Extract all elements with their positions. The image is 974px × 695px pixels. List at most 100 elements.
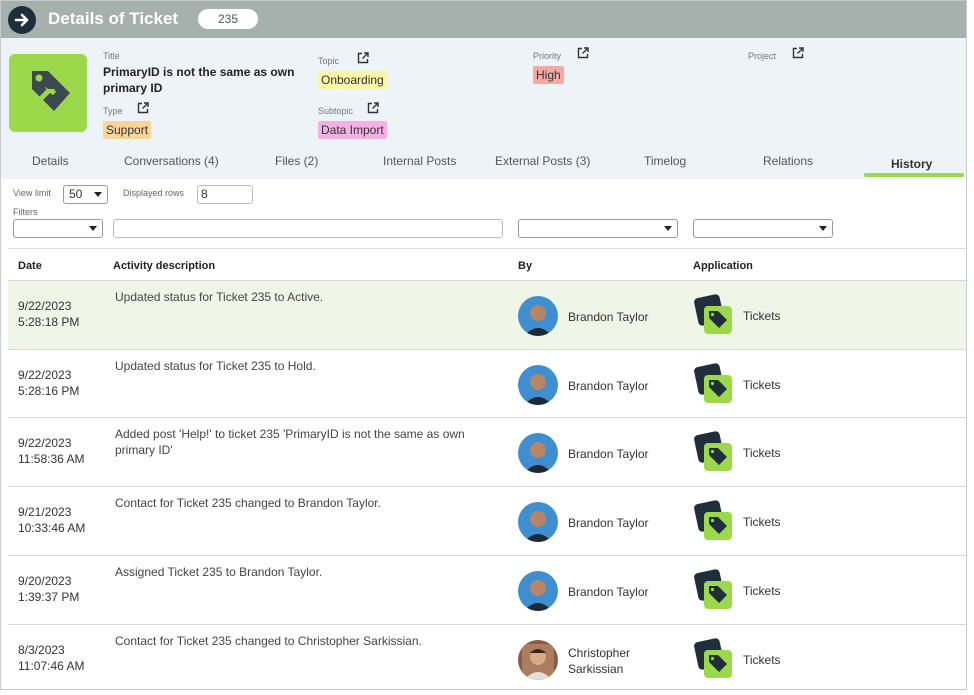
tab-details[interactable]: Details <box>32 154 69 168</box>
subtopic-label: Subtopic <box>318 106 354 116</box>
external-link-icon[interactable] <box>792 47 804 59</box>
row-time: 11:07:46 AM <box>18 659 85 673</box>
user-avatar <box>518 640 558 680</box>
by-filter-select[interactable] <box>518 219 678 238</box>
user-avatar <box>518 296 558 336</box>
history-table: Date Activity description By Application… <box>8 248 966 689</box>
row-time: 5:28:16 PM <box>18 384 80 398</box>
row-by-name: Brandon Taylor <box>568 516 649 530</box>
filters-label: Filters <box>13 207 38 217</box>
row-by-name: Brandon Taylor <box>568 585 649 599</box>
priority-label: Priority <box>533 51 562 61</box>
view-limit-value: 50 <box>69 187 83 201</box>
table-row[interactable]: 9/22/2023 5:28:16 PM Updated status for … <box>8 349 966 418</box>
user-avatar <box>518 571 558 611</box>
tickets-app-icon <box>694 363 734 405</box>
tab-external-posts[interactable]: External Posts (3) <box>495 154 590 168</box>
priority-tag: High <box>533 66 564 84</box>
row-by-name-line2: Sarkissian <box>568 662 624 676</box>
chevron-down-icon <box>819 226 827 231</box>
column-header-activity[interactable]: Activity description <box>113 260 215 272</box>
row-description: Contact for Ticket 235 changed to Brando… <box>115 496 381 510</box>
date-filter-select[interactable] <box>13 219 103 238</box>
table-row[interactable]: 8/3/2023 11:07:46 AM Contact for Ticket … <box>8 624 966 689</box>
header-bar: Details of Ticket 235 <box>1 1 966 38</box>
external-link-icon[interactable] <box>357 52 369 64</box>
view-limit-label: View limit <box>13 188 51 198</box>
table-row[interactable]: 9/22/2023 5:28:18 PM Updated status for … <box>8 280 966 349</box>
row-time: 10:33:46 AM <box>18 521 86 535</box>
row-description: Contact for Ticket 235 changed to Christ… <box>115 634 422 648</box>
tickets-app-icon <box>694 431 734 473</box>
row-description: Assigned Ticket 235 to Brandon Taylor. <box>115 565 323 579</box>
external-link-icon[interactable] <box>137 102 149 114</box>
table-row[interactable]: 9/22/2023 11:58:36 AM Added post 'Help!'… <box>8 417 966 486</box>
tab-history[interactable]: History <box>891 157 932 171</box>
type-label: Type <box>103 106 123 116</box>
external-link-icon[interactable] <box>577 47 589 59</box>
column-header-date[interactable]: Date <box>18 260 42 272</box>
row-date: 9/22/2023 <box>18 368 72 382</box>
table-row[interactable]: 9/21/2023 10:33:46 AM Contact for Ticket… <box>8 486 966 555</box>
application-filter-select[interactable] <box>693 219 833 238</box>
column-header-by[interactable]: By <box>518 260 532 272</box>
arrow-right-icon <box>14 13 29 27</box>
user-avatar <box>518 502 558 542</box>
ticket-tag-icon <box>9 54 87 132</box>
row-application: Tickets <box>743 446 781 460</box>
subtopic-tag: Data Import <box>318 121 387 139</box>
row-application: Tickets <box>743 378 781 392</box>
column-header-application[interactable]: Application <box>693 260 753 272</box>
row-date: 9/22/2023 <box>18 299 72 313</box>
row-by-name: Brandon Taylor <box>568 447 649 461</box>
type-tag: Support <box>103 121 152 139</box>
row-by-name: Brandon Taylor <box>568 310 649 324</box>
tab-relations[interactable]: Relations <box>763 154 813 168</box>
row-by-name: Brandon Taylor <box>568 379 649 393</box>
tickets-app-icon <box>694 500 734 542</box>
view-limit-select[interactable]: 50 <box>63 185 108 204</box>
description-filter-input[interactable] <box>113 219 503 238</box>
row-time: 11:58:36 AM <box>18 452 85 466</box>
ticket-number-badge: 235 <box>198 9 258 29</box>
row-date: 8/3/2023 <box>18 643 65 657</box>
user-avatar <box>518 433 558 473</box>
ticket-details-window: Details of Ticket 235 Title PrimaryID is… <box>0 0 967 690</box>
row-application: Tickets <box>743 309 781 323</box>
displayed-rows-input[interactable]: 8 <box>197 185 253 204</box>
row-application: Tickets <box>743 584 781 598</box>
tab-timelog[interactable]: Timelog <box>644 154 686 168</box>
row-description: Updated status for Ticket 235 to Hold. <box>115 359 316 373</box>
back-button[interactable] <box>8 6 36 34</box>
chevron-down-icon <box>89 226 97 231</box>
tickets-app-icon <box>694 294 734 336</box>
row-description: Updated status for Ticket 235 to Active. <box>115 290 324 304</box>
tab-internal-posts[interactable]: Internal Posts <box>383 154 456 168</box>
tab-conversations[interactable]: Conversations (4) <box>124 154 219 168</box>
tickets-app-icon <box>694 638 734 680</box>
row-application: Tickets <box>743 515 781 529</box>
title-label: Title <box>103 51 120 61</box>
row-application: Tickets <box>743 653 781 667</box>
topic-label: Topic <box>318 56 340 66</box>
title-value: PrimaryID is not the same as own primary… <box>103 65 295 95</box>
row-time: 5:28:18 PM <box>18 315 80 329</box>
row-description: Added post 'Help!' to ticket 235 'Primar… <box>115 427 465 457</box>
row-by-name: Christopher <box>568 646 631 660</box>
project-label: Project <box>748 51 777 61</box>
row-date: 9/22/2023 <box>18 436 72 450</box>
user-avatar <box>518 365 558 405</box>
table-row[interactable]: 9/20/2023 1:39:37 PM Assigned Ticket 235… <box>8 555 966 624</box>
row-date: 9/21/2023 <box>18 505 72 519</box>
chevron-down-icon <box>664 226 672 231</box>
external-link-icon[interactable] <box>367 102 379 114</box>
row-date: 9/20/2023 <box>18 574 72 588</box>
topic-tag: Onboarding <box>318 71 387 89</box>
chevron-down-icon <box>94 192 102 197</box>
page-title: Details of Ticket <box>48 9 179 28</box>
tickets-app-icon <box>694 569 734 611</box>
active-tab-indicator <box>864 173 964 177</box>
tab-files[interactable]: Files (2) <box>275 154 318 168</box>
displayed-rows-label: Displayed rows <box>123 188 185 198</box>
row-time: 1:39:37 PM <box>18 590 80 604</box>
